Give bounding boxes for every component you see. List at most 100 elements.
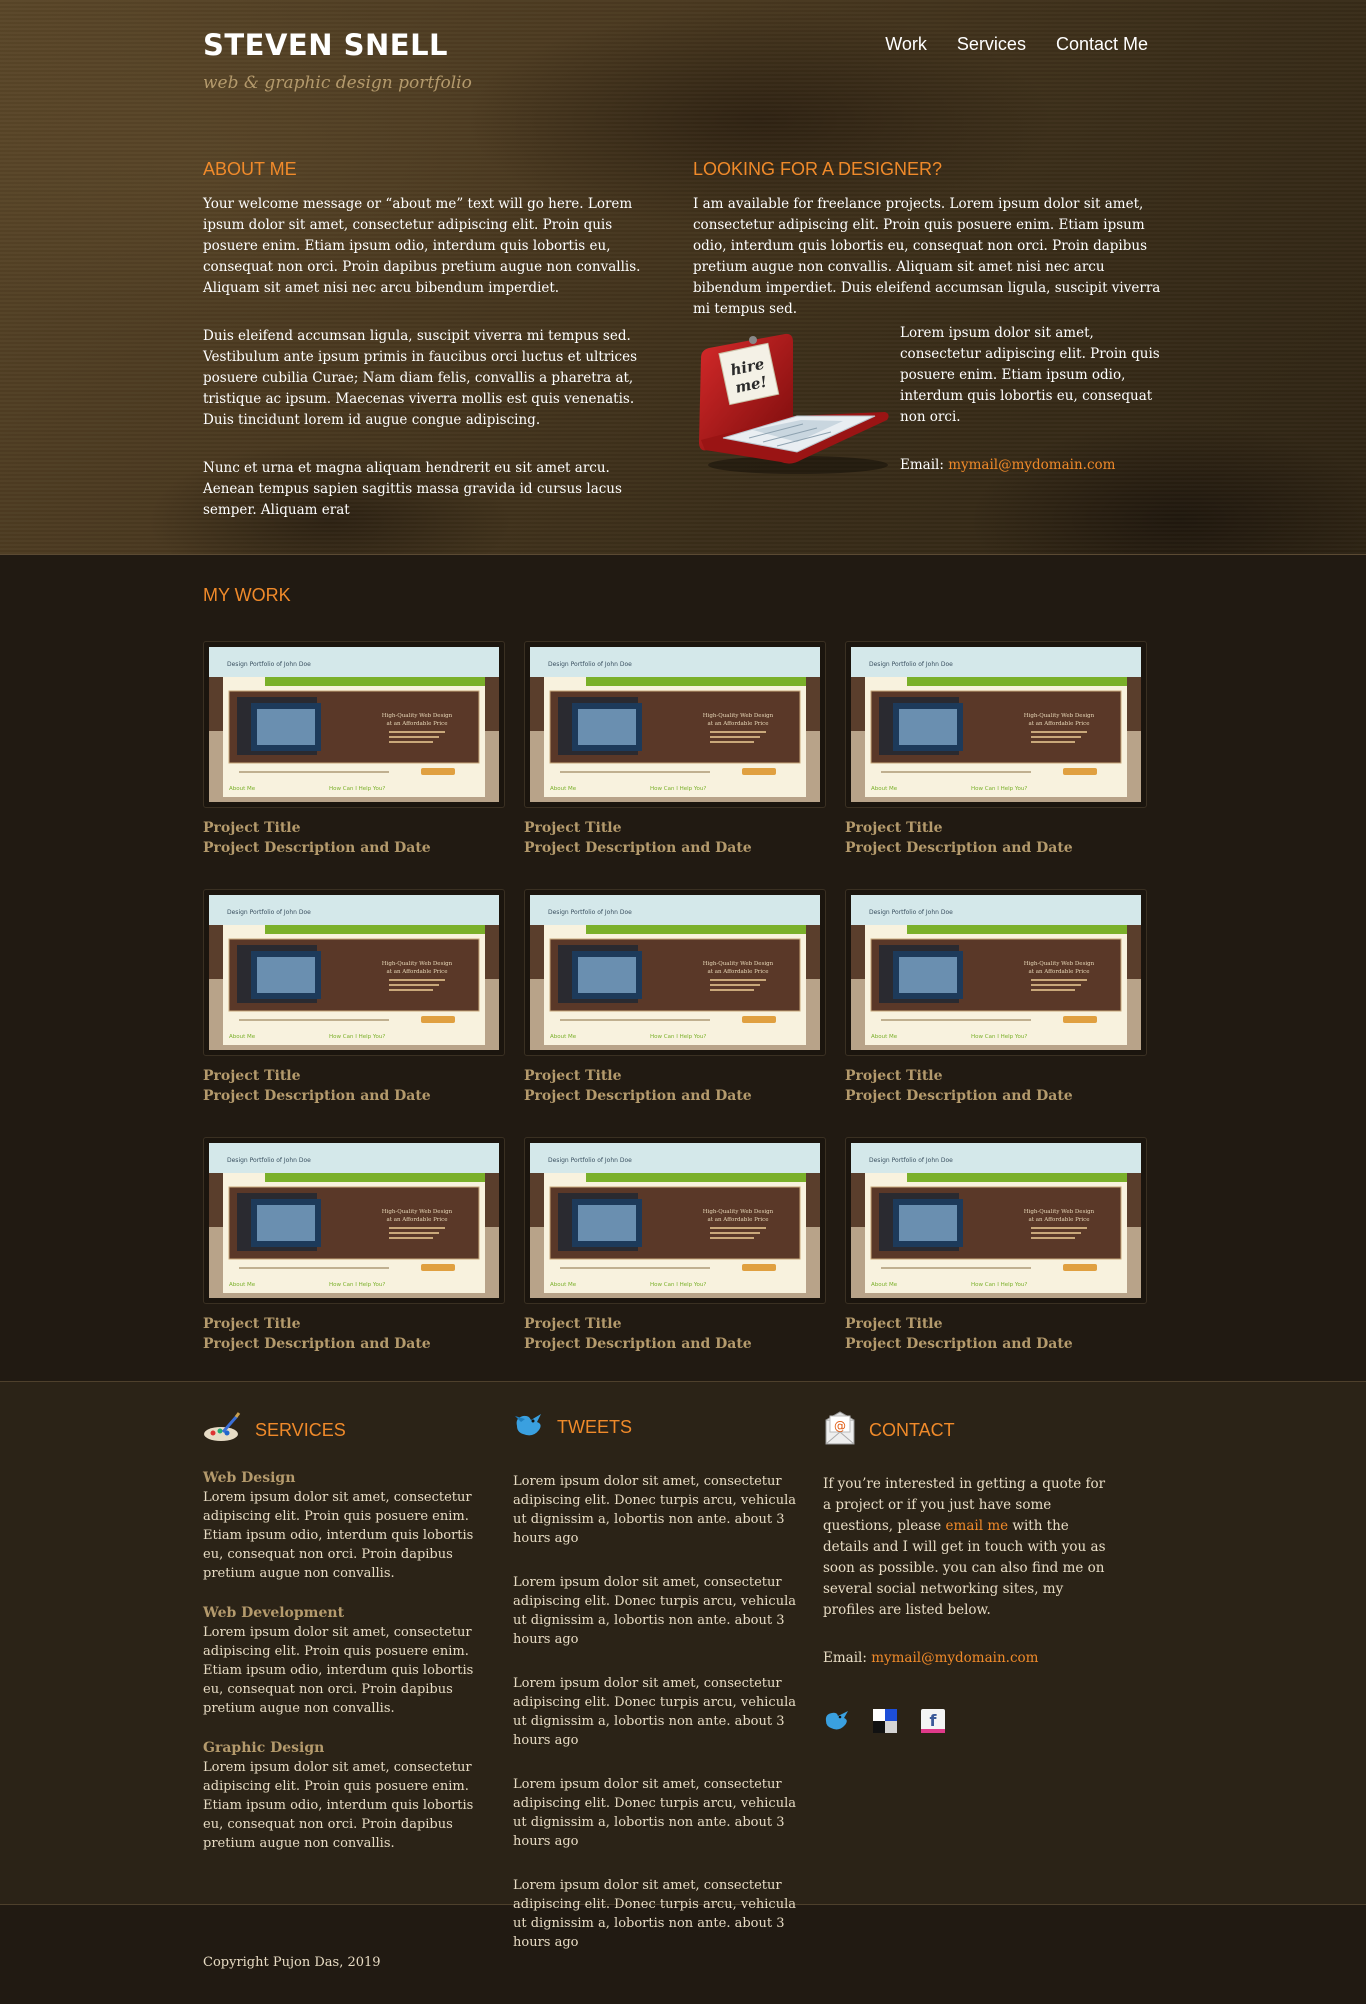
svg-text:How Can I Help You?: How Can I Help You? xyxy=(329,1034,385,1040)
site-tagline: web & graphic design portfolio xyxy=(203,73,472,93)
svg-text:About Me: About Me xyxy=(229,786,256,792)
svg-text:High-Quality Web Design: High-Quality Web Design xyxy=(382,961,453,967)
email-label: Email: xyxy=(823,1650,872,1666)
project-thumbnail[interactable]: Design Portfolio of John Doe High-Qualit… xyxy=(845,1137,1147,1304)
project-title[interactable]: Project Title xyxy=(845,1066,1147,1086)
nav-work[interactable]: Work xyxy=(885,34,927,55)
services-heading: SERVICES xyxy=(255,1419,346,1440)
project-thumbnail[interactable]: Design Portfolio of John Doe High-Qualit… xyxy=(845,641,1147,808)
svg-text:High-Quality Web Design: High-Quality Web Design xyxy=(382,1209,453,1215)
project-thumbnail[interactable]: Design Portfolio of John Doe High-Qualit… xyxy=(524,889,826,1056)
main-nav: Work Services Contact Me xyxy=(885,34,1148,55)
contact-email-link[interactable]: mymail@mydomain.com xyxy=(871,1650,1038,1666)
project-card[interactable]: Design Portfolio of John Doe High-Qualit… xyxy=(845,641,1147,858)
project-thumbnail[interactable]: Design Portfolio of John Doe High-Qualit… xyxy=(524,1137,826,1304)
svg-text:Design Portfolio of John Doe: Design Portfolio of John Doe xyxy=(227,909,311,916)
copyright: Copyright Pujon Das, 2019 xyxy=(203,1955,381,1970)
project-card[interactable]: Design Portfolio of John Doe High-Qualit… xyxy=(845,889,1147,1106)
hire-me-details: Lorem ipsum dolor sit amet, consectetur … xyxy=(900,323,1170,503)
svg-text:Design Portfolio of John Doe: Design Portfolio of John Doe xyxy=(869,909,953,916)
svg-text:High-Quality Web Design: High-Quality Web Design xyxy=(703,1209,774,1215)
project-card[interactable]: Design Portfolio of John Doe High-Qualit… xyxy=(524,889,826,1106)
svg-text:at an Affordable Price: at an Affordable Price xyxy=(1028,1217,1089,1223)
project-title[interactable]: Project Title xyxy=(203,1314,505,1334)
hire-me-illustration: hire me! xyxy=(693,320,893,480)
svg-text:Design Portfolio of John Doe: Design Portfolio of John Doe xyxy=(869,661,953,668)
tweets-section: TWEETS Lorem ipsum dolor sit amet, conse… xyxy=(513,1410,803,1952)
project-card[interactable]: Design Portfolio of John Doe High-Qualit… xyxy=(203,889,505,1106)
project-title[interactable]: Project Title xyxy=(524,1066,826,1086)
svg-text:How Can I Help You?: How Can I Help You? xyxy=(329,786,385,792)
project-title[interactable]: Project Title xyxy=(203,1066,505,1086)
svg-text:@: @ xyxy=(834,1419,846,1433)
project-description: Project Description and Date xyxy=(845,1088,1073,1104)
svg-text:at an Affordable Price: at an Affordable Price xyxy=(707,969,768,975)
svg-text:How Can I Help You?: How Can I Help You? xyxy=(650,786,706,792)
svg-text:f: f xyxy=(930,1711,938,1730)
svg-text:High-Quality Web Design: High-Quality Web Design xyxy=(1024,961,1095,967)
svg-text:About Me: About Me xyxy=(871,1034,898,1040)
section-divider xyxy=(0,554,1366,555)
contact-header: @ CONTACT xyxy=(823,1410,1113,1450)
nav-services[interactable]: Services xyxy=(957,34,1026,55)
project-title[interactable]: Project Title xyxy=(845,1314,1147,1334)
project-thumbnail[interactable]: Design Portfolio of John Doe High-Qualit… xyxy=(203,889,505,1056)
project-card[interactable]: Design Portfolio of John Doe High-Qualit… xyxy=(524,641,826,858)
project-description: Project Description and Date xyxy=(524,840,752,856)
project-thumbnail[interactable]: Design Portfolio of John Doe High-Qualit… xyxy=(203,1137,505,1304)
facebook-icon[interactable]: f xyxy=(919,1707,947,1735)
project-card[interactable]: Design Portfolio of John Doe High-Qualit… xyxy=(203,641,505,858)
project-description: Project Description and Date xyxy=(845,1336,1073,1352)
hire-me-text: Lorem ipsum dolor sit amet, consectetur … xyxy=(900,325,1160,425)
mail-icon: @ xyxy=(823,1410,857,1450)
svg-text:About Me: About Me xyxy=(229,1282,256,1288)
social-links: f xyxy=(823,1707,1113,1735)
nav-contact[interactable]: Contact Me xyxy=(1056,34,1148,55)
svg-text:Design Portfolio of John Doe: Design Portfolio of John Doe xyxy=(548,661,632,668)
project-card[interactable]: Design Portfolio of John Doe High-Qualit… xyxy=(203,1137,505,1354)
svg-text:How Can I Help You?: How Can I Help You? xyxy=(971,786,1027,792)
delicious-icon[interactable] xyxy=(871,1707,899,1735)
svg-text:Design Portfolio of John Doe: Design Portfolio of John Doe xyxy=(548,1157,632,1164)
project-title[interactable]: Project Title xyxy=(524,1314,826,1334)
project-description: Project Description and Date xyxy=(524,1088,752,1104)
svg-text:How Can I Help You?: How Can I Help You? xyxy=(650,1282,706,1288)
project-title[interactable]: Project Title xyxy=(845,818,1147,838)
svg-text:About Me: About Me xyxy=(550,1034,577,1040)
tweet-item: Lorem ipsum dolor sit amet, consectetur … xyxy=(513,1575,796,1647)
tweets-heading: TWEETS xyxy=(557,1416,632,1437)
project-card[interactable]: Design Portfolio of John Doe High-Qualit… xyxy=(524,1137,826,1354)
services-header: SERVICES xyxy=(203,1412,493,1448)
svg-text:High-Quality Web Design: High-Quality Web Design xyxy=(382,713,453,719)
contact-email-line: Email: mymail@mydomain.com xyxy=(823,1648,1113,1669)
about-heading: ABOUT ME xyxy=(203,159,297,179)
project-description: Project Description and Date xyxy=(203,1088,431,1104)
site-title[interactable]: STEVEN SNELL xyxy=(203,28,448,62)
project-description: Project Description and Date xyxy=(203,1336,431,1352)
project-thumbnail[interactable]: Design Portfolio of John Doe High-Qualit… xyxy=(845,889,1147,1056)
designer-intro: I am available for freelance projects. L… xyxy=(693,196,1161,317)
email-link[interactable]: mymail@mydomain.com xyxy=(948,457,1115,473)
svg-text:Design Portfolio of John Doe: Design Portfolio of John Doe xyxy=(869,1157,953,1164)
svg-text:How Can I Help You?: How Can I Help You? xyxy=(971,1034,1027,1040)
service-text: Lorem ipsum dolor sit amet, consectetur … xyxy=(203,1625,474,1716)
project-description: Project Description and Date xyxy=(845,840,1073,856)
email-me-link[interactable]: email me xyxy=(946,1518,1009,1534)
project-thumbnail[interactable]: Design Portfolio of John Doe High-Qualit… xyxy=(524,641,826,808)
svg-text:Design Portfolio of John Doe: Design Portfolio of John Doe xyxy=(227,661,311,668)
project-card[interactable]: Design Portfolio of John Doe High-Qualit… xyxy=(845,1137,1147,1354)
project-title[interactable]: Project Title xyxy=(524,818,826,838)
twitter-icon[interactable] xyxy=(823,1707,851,1735)
svg-text:High-Quality Web Design: High-Quality Web Design xyxy=(1024,1209,1095,1215)
svg-text:Design Portfolio of John Doe: Design Portfolio of John Doe xyxy=(227,1157,311,1164)
tweet-item: Lorem ipsum dolor sit amet, consectetur … xyxy=(513,1777,796,1849)
project-title[interactable]: Project Title xyxy=(203,818,505,838)
svg-text:How Can I Help You?: How Can I Help You? xyxy=(650,1034,706,1040)
about-paragraph: Your welcome message or “about me” text … xyxy=(203,196,641,296)
service-text: Lorem ipsum dolor sit amet, consectetur … xyxy=(203,1490,474,1581)
services-section: SERVICES Web Design Lorem ipsum dolor si… xyxy=(203,1412,493,1853)
service-title: Web Design xyxy=(203,1470,296,1486)
project-thumbnail[interactable]: Design Portfolio of John Doe High-Qualit… xyxy=(203,641,505,808)
svg-text:at an Affordable Price: at an Affordable Price xyxy=(386,721,447,727)
svg-text:About Me: About Me xyxy=(871,786,898,792)
